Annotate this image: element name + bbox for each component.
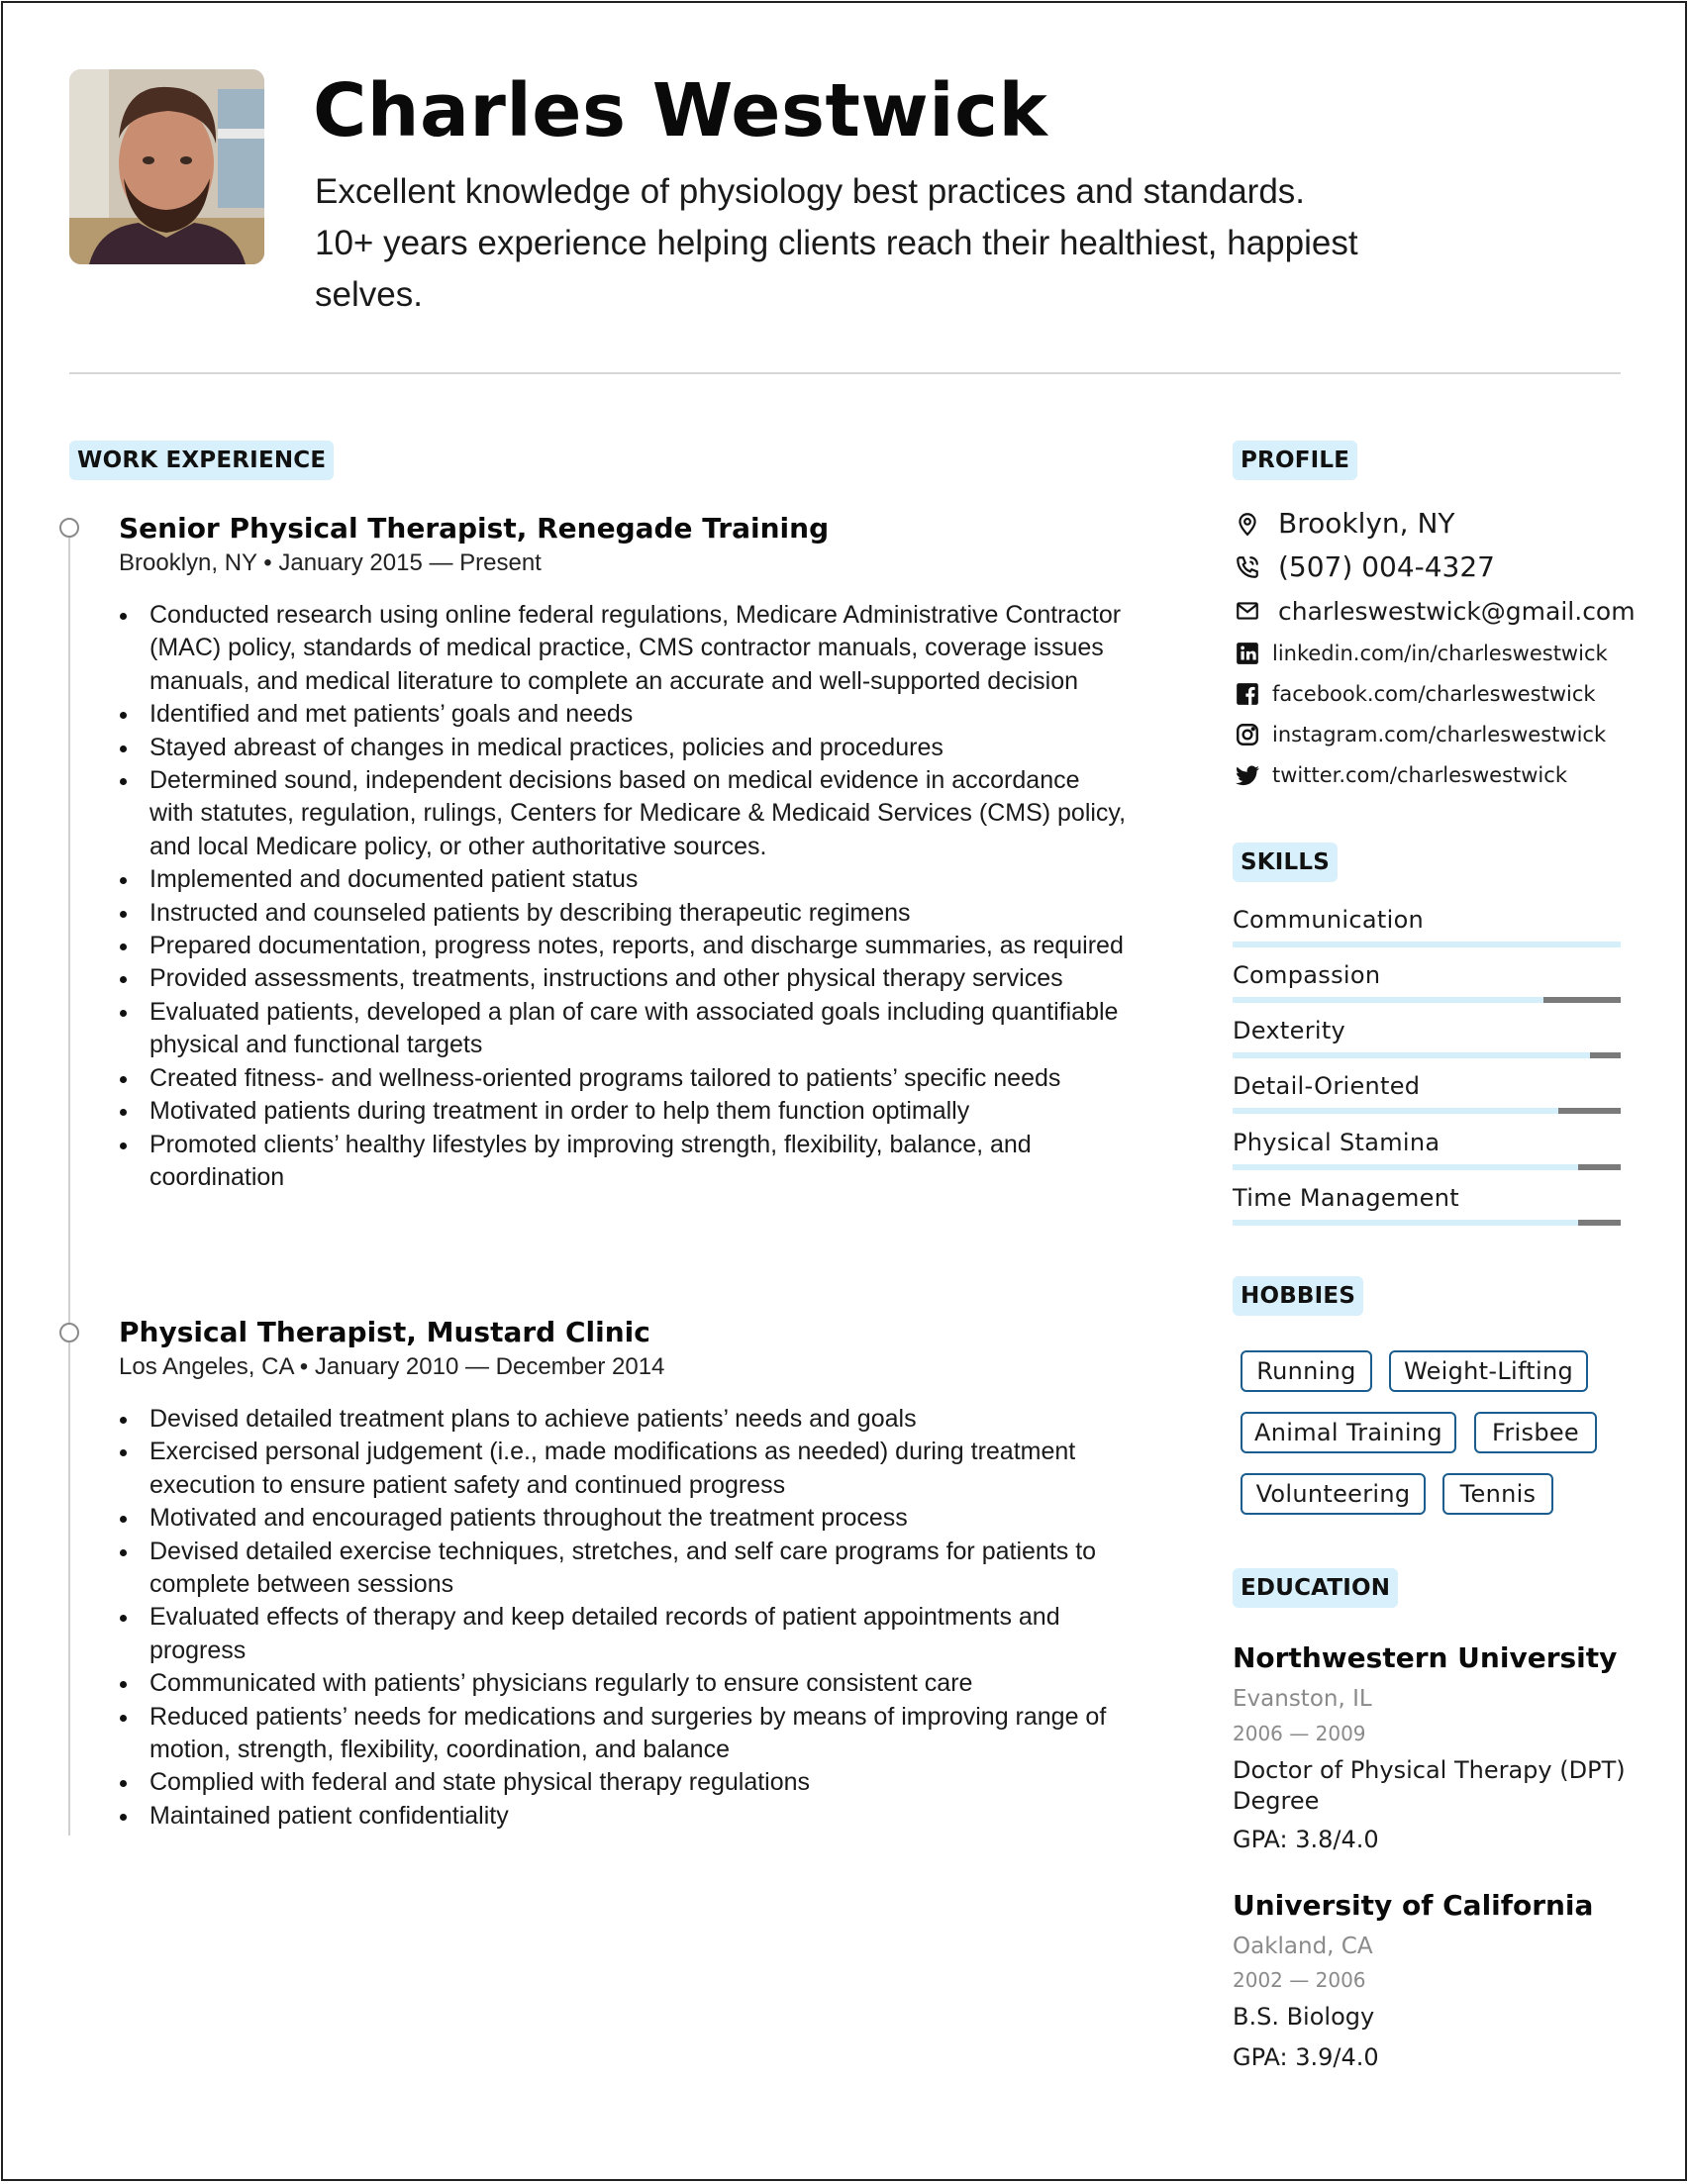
- skill-level-fill: [1233, 1220, 1578, 1226]
- skills-heading: SKILLS: [1233, 843, 1339, 882]
- bullet-item: Prepared documentation, progress notes, …: [118, 930, 1128, 962]
- mail-icon: [1233, 596, 1262, 626]
- skill-level-bar: [1233, 942, 1621, 947]
- phone-icon: [1233, 552, 1262, 582]
- bullet-item: Motivated and encouraged patients throug…: [118, 1502, 1128, 1535]
- contact-linkedin[interactable]: linkedin.com/in/charleswestwick: [1233, 639, 1608, 668]
- bullet-item: Conducted research using online federal …: [118, 599, 1128, 698]
- education-years: 2006 — 2009: [1233, 1722, 1366, 1745]
- skill-level-bar: [1233, 1164, 1621, 1170]
- skill-level-fill: [1233, 942, 1621, 947]
- bullet-item: Evaluated patients, developed a plan of …: [118, 996, 1128, 1062]
- skill-level-fill: [1233, 1052, 1590, 1058]
- job-bullets: Conducted research using online federal …: [118, 599, 1128, 1194]
- job-bullets: Devised detailed treatment plans to achi…: [118, 1403, 1128, 1833]
- education-heading: EDUCATION: [1233, 1568, 1399, 1608]
- location-text: Brooklyn, NY: [1278, 507, 1455, 540]
- contact-facebook[interactable]: facebook.com/charleswestwick: [1233, 679, 1596, 709]
- education-degree: Doctor of Physical Therapy (DPT): [1233, 1756, 1626, 1784]
- education-location: Evanston, IL: [1233, 1686, 1372, 1712]
- bullet-item: Created fitness- and wellness-oriented p…: [118, 1062, 1128, 1095]
- bullet-item: Evaluated effects of therapy and keep de…: [118, 1601, 1128, 1667]
- skill-label: Communication: [1233, 906, 1425, 934]
- skill-level-bar: [1233, 997, 1621, 1003]
- bullet-item: Devised detailed treatment plans to achi…: [118, 1403, 1128, 1436]
- contact-email[interactable]: charleswestwick@gmail.com: [1233, 596, 1636, 626]
- skill-level-bar: [1233, 1052, 1621, 1058]
- bullet-item: Exercised personal judgement (i.e., made…: [118, 1436, 1128, 1502]
- profile-heading: PROFILE: [1233, 441, 1358, 480]
- skill-label: Compassion: [1233, 961, 1381, 989]
- instagram-icon: [1233, 720, 1262, 749]
- job-meta: Los Angeles, CA • January 2010 — Decembe…: [119, 1353, 665, 1380]
- skill-label: Time Management: [1233, 1184, 1459, 1212]
- bullet-item: Promoted clients’ healthy lifestyles by …: [118, 1129, 1128, 1195]
- bullet-item: Stayed abreast of changes in medical pra…: [118, 732, 1128, 764]
- bullet-item: Devised detailed exercise techniques, st…: [118, 1536, 1128, 1602]
- contact-location: Brooklyn, NY: [1233, 507, 1455, 540]
- education-degree: B.S. Biology: [1233, 2003, 1375, 2031]
- skill-level-fill: [1233, 997, 1543, 1003]
- bullet-item: Instructed and counseled patients by des…: [118, 897, 1128, 930]
- candidate-name: Charles Westwick: [313, 68, 1048, 153]
- bullet-item: Provided assessments, treatments, instru…: [118, 962, 1128, 995]
- skill-level-fill: [1233, 1164, 1578, 1170]
- bullet-item: Identified and met patients’ goals and n…: [118, 698, 1128, 731]
- twitter-icon: [1233, 760, 1262, 790]
- bullet-item: Motivated patients during treatment in o…: [118, 1095, 1128, 1128]
- hobby-chip: Tennis: [1442, 1473, 1553, 1515]
- timeline-dot-icon: [59, 1323, 79, 1342]
- education-degree: Degree: [1233, 1787, 1320, 1815]
- linkedin-link[interactable]: linkedin.com/in/charleswestwick: [1272, 642, 1608, 665]
- skill-label: Detail-Oriented: [1233, 1072, 1421, 1100]
- job-title: Senior Physical Therapist, Renegade Trai…: [119, 512, 830, 545]
- contact-instagram[interactable]: instagram.com/charleswestwick: [1233, 720, 1606, 749]
- summary-line: Excellent knowledge of physiology best p…: [315, 172, 1306, 211]
- job-meta: Brooklyn, NY • January 2015 — Present: [119, 549, 542, 576]
- education-location: Oakland, CA: [1233, 1934, 1373, 1959]
- bullet-item: Complied with federal and state physical…: [118, 1766, 1128, 1799]
- bullet-item: Determined sound, independent decisions …: [118, 764, 1128, 863]
- timeline-line: [68, 537, 70, 1836]
- twitter-link[interactable]: twitter.com/charleswestwick: [1272, 763, 1567, 787]
- phone-text[interactable]: (507) 004-4327: [1278, 550, 1495, 583]
- bullet-item: Maintained patient confidentiality: [118, 1800, 1128, 1833]
- skill-label: Physical Stamina: [1233, 1129, 1441, 1156]
- summary: Excellent knowledge of physiology best p…: [315, 166, 1483, 321]
- map-pin-icon: [1233, 509, 1262, 539]
- education-school: Northwestern University: [1233, 1641, 1618, 1674]
- education-gpa: GPA: 3.9/4.0: [1233, 2043, 1379, 2071]
- education-years: 2002 — 2006: [1233, 1968, 1366, 1992]
- hobby-chip: Running: [1241, 1350, 1372, 1392]
- contact-phone[interactable]: (507) 004-4327: [1233, 550, 1495, 583]
- education-school: University of California: [1233, 1889, 1594, 1922]
- facebook-link[interactable]: facebook.com/charleswestwick: [1272, 682, 1596, 706]
- skill-level-bar: [1233, 1220, 1621, 1226]
- contact-twitter[interactable]: twitter.com/charleswestwick: [1233, 760, 1567, 790]
- hobby-chip: Frisbee: [1474, 1412, 1597, 1453]
- email-link[interactable]: charleswestwick@gmail.com: [1278, 597, 1636, 626]
- timeline-dot-icon: [59, 518, 79, 538]
- skill-level-fill: [1233, 1108, 1559, 1114]
- skill-label: Dexterity: [1233, 1017, 1346, 1044]
- instagram-link[interactable]: instagram.com/charleswestwick: [1272, 723, 1606, 746]
- bullet-item: Communicated with patients’ physicians r…: [118, 1667, 1128, 1700]
- skill-level-bar: [1233, 1108, 1621, 1114]
- facebook-icon: [1233, 679, 1262, 709]
- profile-photo: [69, 69, 264, 264]
- hobby-chip: Weight-Lifting: [1389, 1350, 1588, 1392]
- bullet-item: Reduced patients’ needs for medications …: [118, 1701, 1128, 1767]
- education-gpa: GPA: 3.8/4.0: [1233, 1826, 1379, 1853]
- job-title: Physical Therapist, Mustard Clinic: [119, 1316, 650, 1348]
- hobby-chip: Volunteering: [1241, 1473, 1426, 1515]
- hobby-chip: Animal Training: [1241, 1412, 1456, 1453]
- summary-line: selves.: [315, 275, 423, 314]
- work-experience-heading: WORK EXPERIENCE: [69, 441, 335, 480]
- bullet-item: Implemented and documented patient statu…: [118, 863, 1128, 896]
- linkedin-icon: [1233, 639, 1262, 668]
- header-divider: [69, 372, 1621, 374]
- summary-line: 10+ years experience helping clients rea…: [315, 224, 1358, 262]
- hobbies-heading: HOBBIES: [1233, 1276, 1364, 1316]
